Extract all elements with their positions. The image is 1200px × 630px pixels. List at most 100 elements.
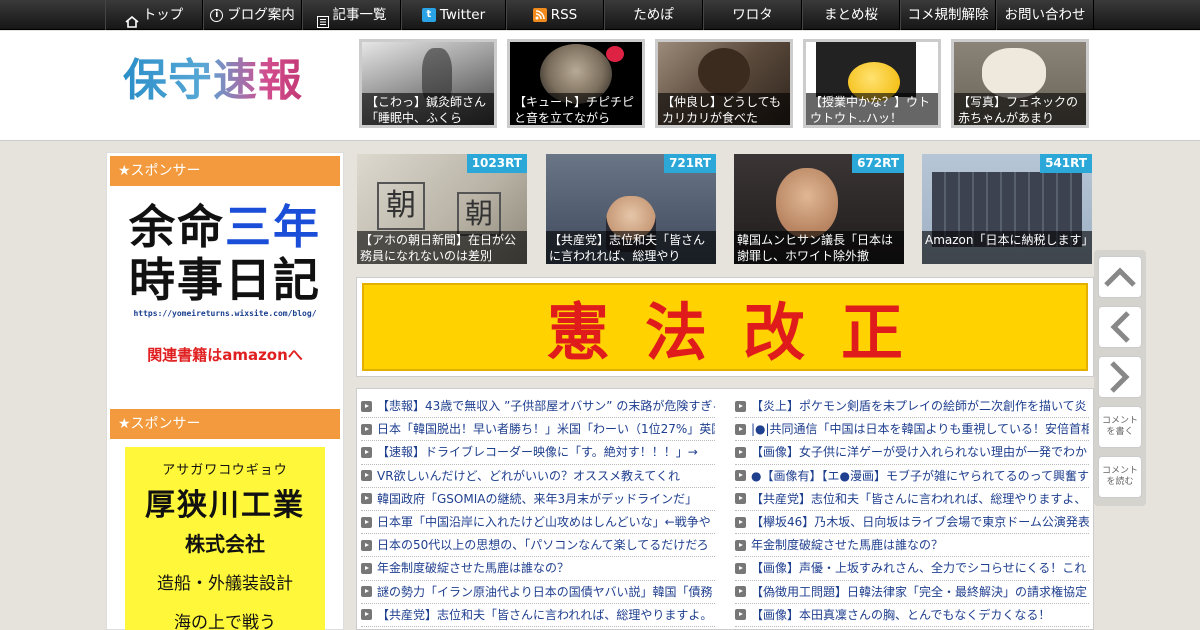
bullet-icon xyxy=(361,562,372,574)
sponsor-amazon-link[interactable]: 関連書籍はamazonへ xyxy=(110,344,340,365)
nav-item-top[interactable]: トップ xyxy=(105,0,203,30)
article-list-item[interactable]: VR欲しいんだけど、どれがいいの？オススメ教えてくれ xyxy=(361,465,715,488)
article-list-item[interactable]: 年金制度破綻させた馬鹿は誰なの？ xyxy=(361,557,715,581)
rt-card-4[interactable]: 541RT Amazon「日本に納税します」 xyxy=(922,154,1092,264)
sponsor-title-line2: 時事日記 xyxy=(129,253,321,307)
article-title: 謎の勢力「イラン原油代より日本の国債ヤバい説」韓国「債務 xyxy=(377,584,713,599)
nav-item-matome-sakura[interactable]: まとめ桜 xyxy=(802,0,900,30)
article-list-item[interactable]: |●|共同通信「中国は日本を韓国よりも重視している！安倍首相 xyxy=(735,418,1089,442)
article-title: ●【画像有】【エ●漫画】モブ子が雑にヤられてるのって興奮す xyxy=(751,468,1089,483)
article-list-item[interactable]: 日本「韓国脱出！早い者勝ち！」米国「わーい（1位27%」英国 xyxy=(361,418,715,442)
sponsor-ad-yomei[interactable]: 余命三年 時事日記 https://yomeireturns.wixsite.c… xyxy=(110,191,340,379)
rt-card-1[interactable]: 朝 朝 1023RT 【アホの朝日新聞】在日が公務員になれないのは差別 xyxy=(357,154,527,264)
rt-card-3[interactable]: 672RT 韓国ムンヒサン議長「日本は謝罪し、ホワイト除外撤 xyxy=(734,154,904,264)
article-title: 日本の50代以上の思想の、「パソコンなんて楽してるだけだろ xyxy=(377,538,709,553)
header-thumb-4[interactable]: 【授業中かな？】ウトウトウト‥ハッ！ xyxy=(803,39,941,128)
nav-item-blog-guide[interactable]: i ブログ案内 xyxy=(203,0,302,30)
nav-item-tamepo[interactable]: ためぽ xyxy=(604,0,703,30)
sponsor-title-blue: 三年 xyxy=(225,200,321,254)
bullet-icon xyxy=(735,446,746,458)
article-title: 【炎上】ポケモン剣盾を未プレイの絵師が二次創作を描いて炎 xyxy=(751,399,1087,414)
list-icon xyxy=(316,9,329,28)
article-list-item[interactable]: 韓国政府「GSOMIAの継続、来年3月末がデッドラインだ」 xyxy=(361,488,715,511)
site-logo[interactable]: 保守速報 xyxy=(123,55,303,107)
twitter-icon: t xyxy=(421,8,436,22)
header-thumb-3[interactable]: 【仲良し】どうしてもカリカリが食べた xyxy=(655,39,793,128)
bullet-icon xyxy=(361,516,372,528)
article-list-item[interactable]: ●【画像有】【エ●漫画】モブ子が雑にヤられてるのって興奮す xyxy=(735,465,1089,488)
sponsor-heading: ★スポンサー xyxy=(110,409,340,439)
nav-menu: トップ i ブログ案内 記事一覧 t Twitter RSS ためぽ ワロタ ま… xyxy=(105,0,1094,30)
bullet-icon xyxy=(361,470,372,482)
bullet-icon xyxy=(735,423,746,435)
sidebar: ★スポンサー 余命三年 時事日記 https://yomeireturns.wi… xyxy=(106,152,344,630)
sponsor-title-black: 余命 xyxy=(129,200,225,254)
comment-read-button[interactable]: コメントを読む xyxy=(1098,456,1142,498)
bullet-icon xyxy=(735,470,746,482)
article-list-item[interactable]: 【炎上】ポケモン剣盾を未プレイの絵師が二次創作を描いて炎 xyxy=(735,395,1089,419)
nav-item-contact[interactable]: お問い合わせ xyxy=(996,0,1094,30)
sponsor-ad-asagawa[interactable]: アサガワコウギョウ 厚狭川工業 株式会社 造船・外艤装設計 海の上で戦う xyxy=(125,447,325,630)
article-title: 【偽徴用工問題】日韓法律家「完全・最終解決」の請求権協定 xyxy=(751,584,1088,599)
article-list-item[interactable]: 【画像】女子供に洋ゲーが受け入れられない理由が一発でわか xyxy=(735,441,1089,465)
thumb-caption: 【写真】フェネックの赤ちゃんがあまり xyxy=(954,93,1086,125)
article-list-item[interactable]: 【欅坂46】乃木坂、日向坂はライブ会場で東京ドーム公演発表 xyxy=(735,511,1089,535)
rss-icon xyxy=(532,8,547,22)
header-thumb-5[interactable]: 【写真】フェネックの赤ちゃんがあまり xyxy=(951,39,1089,128)
bullet-icon xyxy=(735,493,746,505)
article-title: 韓国政府「GSOMIAの継続、来年3月末がデッドラインだ」 xyxy=(377,491,698,506)
card-image: 朝 xyxy=(457,192,501,236)
bullet-icon xyxy=(735,562,746,574)
nav-item-twitter[interactable]: t Twitter xyxy=(401,0,506,30)
article-list-item[interactable]: 【画像】声優・上坂すみれさん、全力でシコらせにくる！これ xyxy=(735,557,1089,581)
scroll-top-button[interactable] xyxy=(1098,256,1142,298)
article-list-item[interactable]: 【画像】本田真凜さんの胸、とんでもなくデカくなる！ xyxy=(735,604,1089,627)
article-column-left: 【悲報】43歳で無収入 ”子供部屋オバサン” の末路が危険すぎる 日本「韓国脱出！… xyxy=(361,395,715,627)
comment-write-button[interactable]: コメントを書く xyxy=(1098,406,1142,448)
thumb-caption: 【仲良し】どうしてもカリカリが食べた xyxy=(658,93,790,125)
constitution-banner[interactable]: 憲法改正 xyxy=(356,277,1094,377)
article-list-item[interactable]: 年金制度破綻させた馬鹿は誰なの？ xyxy=(735,534,1089,558)
article-title: 【欅坂46】乃木坂、日向坂はライブ会場で東京ドーム公演発表 xyxy=(751,515,1089,530)
article-list-item[interactable]: 日本軍「中国沿岸に入れたけど山攻めはしんどいな」←戦争や xyxy=(361,511,715,535)
info-icon: i xyxy=(210,8,224,22)
article-list-item[interactable]: 日本の50代以上の思想の、「パソコンなんて楽してるだけだろ xyxy=(361,534,715,558)
article-list-item[interactable]: 【共産党】志位和夫「皆さんに言われれば、総理やりますよ。 xyxy=(361,604,715,627)
nav-item-label: RSS xyxy=(550,7,578,23)
bullet-icon xyxy=(361,446,372,458)
thumb-caption: 【キュート】チピチピと音を立てながら xyxy=(510,93,642,125)
article-list-item[interactable]: 謎の勢力「イラン原油代より日本の国債ヤバい説」韓国「債務 xyxy=(361,581,715,604)
article-list-item[interactable]: 【偽徴用工問題】日韓法律家「完全・最終解決」の請求権協定 xyxy=(735,581,1089,604)
rt-count-badge: 672RT xyxy=(852,154,904,173)
header-thumb-1[interactable]: 【こわっ】鍼灸師さん「睡眠中、ふくら xyxy=(359,39,497,128)
comment-write-label: コメントを書く xyxy=(1101,416,1138,437)
nav-item-comment-unblock[interactable]: コメ規制解除 xyxy=(900,0,996,30)
article-list-item[interactable]: 【速報】ドライブレコーダー映像に「す。絶対す！！！」→ xyxy=(361,441,715,465)
card-caption: 韓国ムンヒサン議長「日本は謝罪し、ホワイト除外撤 xyxy=(734,231,904,264)
article-title: VR欲しいんだけど、どれがいいの？オススメ教えてくれ xyxy=(377,468,680,483)
article-title: 【速報】ドライブレコーダー映像に「す。絶対す！！！」→ xyxy=(377,445,698,460)
article-list-item[interactable]: 【悲報】43歳で無収入 ”子供部屋オバサン” の末路が危険すぎる xyxy=(361,395,715,419)
bullet-icon xyxy=(361,539,372,551)
card-image: 朝 xyxy=(377,182,425,230)
nav-item-label: コメ規制解除 xyxy=(907,7,989,23)
rt-card-2[interactable]: 721RT 【共産党】志位和夫「皆さんに言われれば、総理やり xyxy=(546,154,716,264)
article-list-item[interactable]: 【共産党】志位和夫「皆さんに言われれば、総理やりますよ、 xyxy=(735,488,1089,511)
nav-item-label: ブログ案内 xyxy=(227,7,295,23)
nav-item-rss[interactable]: RSS xyxy=(506,0,604,30)
article-title: 【共産党】志位和夫「皆さんに言われれば、総理やりますよ、 xyxy=(751,491,1087,506)
chevron-right-icon xyxy=(1110,361,1130,393)
bullet-icon xyxy=(361,586,372,598)
card-caption: 【アホの朝日新聞】在日が公務員になれないのは差別 xyxy=(357,231,527,264)
previous-button[interactable] xyxy=(1098,306,1142,348)
nav-item-article-list[interactable]: 記事一覧 xyxy=(302,0,401,30)
site-header: 保守速報 【こわっ】鍼灸師さん「睡眠中、ふくら 【キュート】チピチピと音を立てな… xyxy=(0,31,1200,141)
company-tagline: 海の上で戦う xyxy=(174,613,276,630)
nav-item-label: ワロタ xyxy=(732,7,773,23)
header-thumb-2[interactable]: 【キュート】チピチピと音を立てながら xyxy=(507,39,645,128)
thumb-image xyxy=(698,48,750,96)
thumb-image xyxy=(982,48,1046,98)
next-button[interactable] xyxy=(1098,356,1142,398)
nav-item-warota[interactable]: ワロタ xyxy=(703,0,802,30)
article-title: 年金制度破綻させた馬鹿は誰なの？ xyxy=(377,561,570,576)
